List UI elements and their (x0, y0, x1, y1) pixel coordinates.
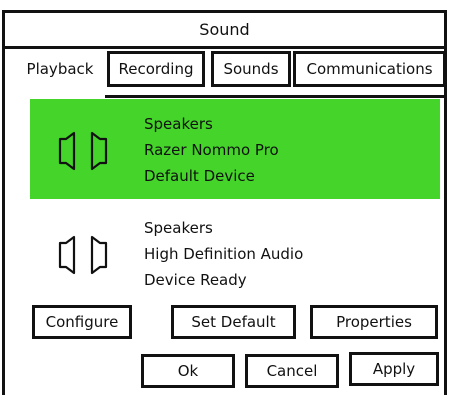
tab-recording-label: Recording (118, 60, 194, 78)
set-default-button[interactable]: Set Default (171, 305, 296, 339)
device-row-razer-nommo-pro[interactable]: Speakers Razer Nommo Pro Default Device (30, 99, 440, 199)
device-row-high-definition-audio[interactable]: Speakers High Definition Audio Device Re… (30, 203, 440, 303)
properties-button[interactable]: Properties (310, 305, 438, 339)
tab-sounds[interactable]: Sounds (211, 51, 291, 87)
speaker-icon (58, 235, 108, 275)
device-status: Default Device (144, 167, 255, 185)
device-name: Speakers (144, 219, 213, 237)
apply-button[interactable]: Apply (349, 352, 439, 386)
cancel-button[interactable]: Cancel (245, 354, 339, 388)
device-status: Device Ready (144, 271, 247, 289)
tab-sounds-label: Sounds (223, 60, 279, 78)
configure-button-label: Configure (45, 313, 119, 331)
window-title: Sound (5, 13, 444, 49)
cancel-button-label: Cancel (266, 362, 318, 380)
ok-button-label: Ok (177, 362, 199, 380)
device-model: High Definition Audio (144, 245, 304, 263)
configure-button[interactable]: Configure (32, 305, 132, 339)
tab-playback[interactable]: Playback (13, 51, 107, 87)
properties-button-label: Properties (336, 313, 412, 331)
speaker-icon (58, 131, 108, 171)
tab-communications[interactable]: Communications (293, 51, 446, 87)
device-model: Razer Nommo Pro (144, 141, 279, 159)
tab-communications-label: Communications (306, 60, 433, 78)
set-default-button-label: Set Default (191, 313, 276, 331)
tab-playback-label: Playback (26, 60, 94, 78)
apply-button-label: Apply (372, 360, 416, 378)
device-name: Speakers (144, 115, 213, 133)
tab-recording[interactable]: Recording (107, 51, 205, 87)
sound-dialog: Sound Playback Recording Sounds Communic… (2, 10, 447, 395)
ok-button[interactable]: Ok (141, 354, 235, 388)
